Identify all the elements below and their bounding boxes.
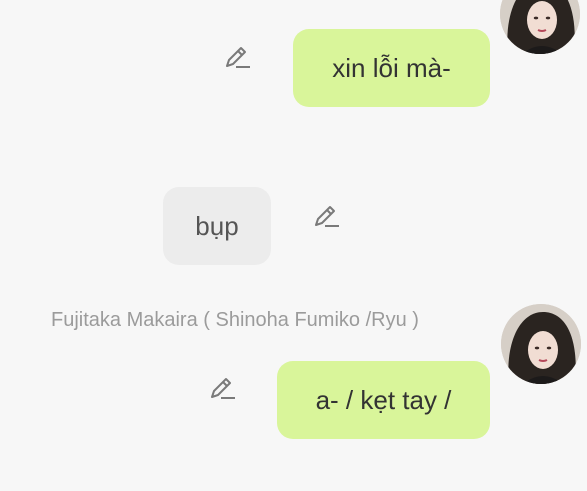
sender-avatar[interactable] xyxy=(501,304,581,384)
message-text: a- / kẹt tay / xyxy=(315,384,452,415)
pencil-edit-icon[interactable] xyxy=(207,373,237,403)
pencil-edit-icon[interactable] xyxy=(222,42,252,72)
message-text: xin lỗi mà- xyxy=(332,52,451,83)
sender-avatar[interactable] xyxy=(500,0,580,54)
message-text: bụp xyxy=(195,210,239,241)
previous-sender-name-cut xyxy=(40,0,500,2)
message-bubble[interactable]: bụp xyxy=(163,187,271,265)
message-bubble[interactable]: a- / kẹt tay / xyxy=(277,361,490,439)
message-bubble[interactable]: xin lỗi mà- xyxy=(293,29,490,107)
pencil-edit-icon[interactable] xyxy=(311,201,341,231)
sender-name: Fujitaka Makaira ( Shinoha Fumiko /Ryu ) xyxy=(51,309,419,331)
